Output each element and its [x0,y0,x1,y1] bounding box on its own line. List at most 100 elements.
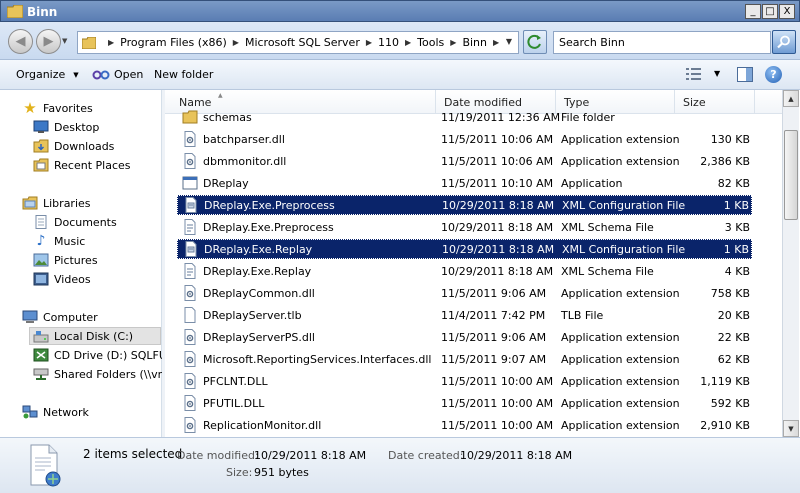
search-input[interactable]: Search Binn [553,31,771,54]
file-row[interactable]: DReplayServerPS.dll 11/5/2011 9:06 AM Appl… [177,327,752,347]
navigation-pane: ★ Favorites Desktop Downloads Recent Pla… [0,90,162,437]
breadcrumb-separator-icon[interactable]: ▶ [493,38,499,47]
address-dropdown-icon[interactable]: ▼ [506,37,512,46]
minimize-button[interactable]: _ [745,4,761,19]
documents-icon [33,214,49,230]
nav-network[interactable]: Network [22,403,89,421]
breadcrumb-item[interactable]: Tools [417,36,444,49]
file-row[interactable]: DReplay.Exe.Preprocess 10/29/2011 8:18 AM… [177,195,752,215]
file-size: 2,386 KB [700,154,750,168]
dll-icon [182,131,198,147]
file-name: DReplay.Exe.Replay [203,264,312,278]
open-with-icon [92,70,110,79]
search-icon [777,35,790,49]
close-button[interactable]: X [779,4,795,19]
file-date-modified: 10/29/2011 8:18 AM [442,242,555,256]
address-bar[interactable]: ▶ Program Files (x86) ▶ Microsoft SQL Se… [77,31,519,54]
organize-button[interactable]: Organize ▼ [16,68,79,81]
dll-icon [182,351,198,367]
breadcrumb-separator-icon[interactable]: ▶ [108,38,114,47]
breadcrumb-separator-icon[interactable]: ▶ [450,38,456,47]
file-size: 3 KB [724,220,750,234]
xsd-icon [182,263,198,279]
nav-favorites[interactable]: ★ Favorites [22,99,92,117]
file-row[interactable]: PFCLNT.DLL 11/5/2011 10:00 AM Application … [177,371,752,391]
preview-pane-icon[interactable] [737,67,753,82]
scroll-down-button[interactable]: ▼ [783,420,799,437]
file-type: Application [561,176,623,190]
nav-desktop[interactable]: Desktop [33,118,99,136]
file-row[interactable]: DReplayCommon.dll 11/5/2011 9:06 AM Applic… [177,283,752,303]
desktop-icon [33,119,49,135]
nav-recent-places[interactable]: Recent Places [33,156,131,174]
nav-videos[interactable]: Videos [33,270,91,288]
config-icon [183,241,199,257]
file-row[interactable]: DReplayServer.tlb 11/4/2011 7:42 PM TLB Fi… [177,305,752,325]
file-name: PFUTIL.DLL [203,396,265,410]
file-row[interactable]: PFUTIL.DLL 11/5/2011 10:00 AM Application … [177,393,752,413]
file-row[interactable]: ReplicationMonitor.dll 11/5/2011 10:00 AM… [177,415,752,435]
breadcrumb-item[interactable]: Program Files (x86) [120,36,227,49]
file-name: DReplay.Exe.Preprocess [203,220,334,234]
libraries-icon [22,195,38,211]
selection-summary: 2 items selected [83,447,183,461]
file-row[interactable]: DReplay.Exe.Replay 10/29/2011 8:18 AM XML … [177,261,752,281]
network-drive-icon [33,366,49,382]
help-icon[interactable]: ? [765,66,782,83]
breadcrumb-item[interactable]: 110 [378,36,399,49]
file-date-modified: 11/5/2011 10:10 AM [441,176,554,190]
breadcrumb-separator-icon[interactable]: ▶ [233,38,239,47]
maximize-button[interactable]: □ [762,4,778,19]
file-row[interactable]: DReplay.Exe.Replay 10/29/2011 8:18 AM XML … [177,239,752,259]
nav-documents[interactable]: Documents [33,213,117,231]
recent-pages-dropdown[interactable]: ▼ [62,37,67,45]
file-row[interactable]: Microsoft.ReportingServices.Interfaces.d… [177,349,752,369]
breadcrumb-separator-icon[interactable]: ▶ [405,38,411,47]
file-name: batchparser.dll [203,132,285,146]
nav-pictures[interactable]: Pictures [33,251,98,269]
nav-label: Desktop [54,120,100,134]
forward-button[interactable]: ▶ [36,29,61,54]
breadcrumb-separator-icon[interactable]: ▶ [366,38,372,47]
file-date-modified: 10/29/2011 8:18 AM [442,198,555,212]
nav-libraries[interactable]: Libraries [22,194,91,212]
nav-downloads[interactable]: Downloads [33,137,114,155]
breadcrumb-item[interactable]: Binn [462,36,487,49]
nav-cd-drive[interactable]: CD Drive (D:) SQLFULL [33,346,162,364]
file-name: DReplay [203,176,249,190]
network-icon [22,404,38,420]
file-name: dbmmonitor.dll [203,154,287,168]
file-size: 20 KB [717,308,750,322]
file-size: 4 KB [724,264,750,278]
file-type: TLB File [561,308,604,322]
scroll-thumb[interactable] [784,130,798,220]
recent-places-icon [33,157,49,173]
nav-local-disk[interactable]: Local Disk (C:) [29,327,161,345]
breadcrumb-item[interactable]: Microsoft SQL Server [245,36,360,49]
file-size: 2,910 KB [700,418,750,432]
scroll-up-button[interactable]: ▲ [783,90,799,107]
file-size: 1,119 KB [700,374,750,388]
nav-computer[interactable]: Computer [22,308,98,326]
search-button[interactable] [772,30,796,54]
refresh-button[interactable] [523,30,547,54]
file-size: 62 KB [717,352,750,366]
file-name: schemas [203,110,252,124]
file-row[interactable]: schemas 11/19/2011 12:36 AM File folder [177,107,752,127]
open-button[interactable]: Open [92,68,143,81]
change-view-icon[interactable] [686,67,702,81]
view-options-chevron-icon[interactable]: ▼ [714,69,720,78]
back-button[interactable]: ◀ [8,29,33,54]
nav-music[interactable]: ♪ Music [33,232,86,250]
nav-shared-folders[interactable]: Shared Folders (\\vmw [33,365,162,383]
file-row[interactable]: DReplay 11/5/2011 10:10 AM Application 82 K… [177,173,752,193]
file-date-modified: 10/29/2011 8:18 AM [441,264,554,278]
blank-file-icon [182,307,198,323]
file-list-scrollbar[interactable]: ▲ ▼ [782,90,799,437]
file-row[interactable]: batchparser.dll 11/5/2011 10:06 AM Applica… [177,129,752,149]
file-row[interactable]: DReplay.Exe.Preprocess 10/29/2011 8:18 AM… [177,217,752,237]
dll-icon [182,329,198,345]
file-row[interactable]: dbmmonitor.dll 11/5/2011 10:06 AM Applicat… [177,151,752,171]
exe-icon [182,175,198,191]
new-folder-button[interactable]: New folder [154,68,213,81]
